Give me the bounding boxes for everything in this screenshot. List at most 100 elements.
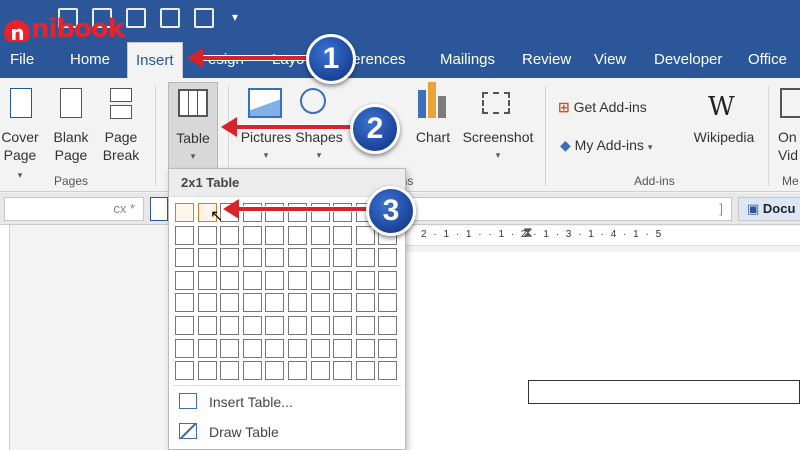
table-grid-cell[interactable] bbox=[310, 361, 330, 381]
tab-file[interactable]: File bbox=[2, 42, 42, 78]
doc-tab-active[interactable]: ▣ Docu bbox=[738, 197, 800, 221]
table-grid-cell[interactable] bbox=[265, 361, 285, 381]
table-grid-cell[interactable] bbox=[197, 248, 217, 268]
table-grid-cell[interactable] bbox=[355, 293, 375, 313]
tab-mailings[interactable]: Mailings bbox=[432, 42, 503, 78]
table-grid-cell[interactable] bbox=[175, 225, 194, 245]
table-grid-cell[interactable] bbox=[220, 293, 240, 313]
indent-marker-icon[interactable]: ⧗ bbox=[523, 224, 533, 241]
table-grid-cell[interactable] bbox=[355, 361, 375, 381]
table-grid-cell[interactable] bbox=[355, 248, 375, 268]
table-grid-cell[interactable] bbox=[175, 338, 194, 358]
table-grid-cell[interactable] bbox=[242, 293, 262, 313]
table-grid-cell[interactable] bbox=[378, 361, 398, 381]
table-grid-cell[interactable] bbox=[355, 225, 375, 245]
chart-button[interactable]: Chart bbox=[412, 128, 454, 146]
table-grid-cell[interactable] bbox=[355, 316, 375, 335]
table-grid-cell[interactable] bbox=[242, 361, 262, 381]
table-grid-cell[interactable] bbox=[288, 361, 307, 381]
page-break-button[interactable]: Page Break bbox=[98, 128, 144, 164]
table-grid-cell[interactable] bbox=[333, 225, 353, 245]
draw-table-menu-item[interactable]: Draw Table bbox=[175, 419, 401, 445]
doc-tab-1[interactable]: cx * bbox=[4, 197, 144, 221]
table-grid-cell[interactable] bbox=[288, 338, 307, 358]
tab-developer[interactable]: Developer bbox=[646, 42, 730, 78]
table-grid-cell[interactable] bbox=[310, 270, 330, 290]
my-addins-button[interactable]: ◆ My Add-ins ▾ bbox=[560, 136, 686, 156]
touch-mode-icon[interactable] bbox=[160, 8, 180, 28]
tab-view[interactable]: View bbox=[586, 42, 634, 78]
table-grid-cell[interactable] bbox=[265, 225, 285, 245]
table-grid-cell[interactable] bbox=[288, 248, 307, 268]
customize-quick-access-icon[interactable]: ▾ bbox=[232, 10, 238, 24]
table-grid-cell[interactable] bbox=[265, 293, 285, 313]
table-grid-cell[interactable] bbox=[265, 248, 285, 268]
table-grid-cell[interactable] bbox=[333, 270, 353, 290]
table-grid-cell[interactable] bbox=[288, 225, 307, 245]
table-grid-cell[interactable] bbox=[197, 225, 217, 245]
table-grid-cell[interactable] bbox=[378, 293, 398, 313]
table-grid-cell[interactable] bbox=[265, 338, 285, 358]
table-grid-cell[interactable] bbox=[265, 316, 285, 335]
table-grid-cell[interactable] bbox=[197, 338, 217, 358]
get-addins-button[interactable]: ⊞ Get Add-ins bbox=[558, 98, 678, 116]
insert-table-menu-item[interactable]: Insert Table... bbox=[175, 389, 401, 415]
table-grid-cell[interactable] bbox=[378, 316, 398, 335]
table-grid-cell[interactable] bbox=[242, 270, 262, 290]
table-grid-cell[interactable] bbox=[378, 270, 398, 290]
screenshot-button[interactable]: Screenshot ▾ bbox=[460, 128, 536, 164]
table-grid-cell[interactable] bbox=[333, 361, 353, 381]
table-grid-cell[interactable] bbox=[175, 361, 194, 381]
horizontal-ruler[interactable]: 2 · 1 · 1 · · 1 · 2 · 1 · 3 · 1 · 4 · 1 … bbox=[405, 224, 800, 246]
pictures-button[interactable]: Pictures ▾ bbox=[238, 128, 294, 164]
table-grid-cell[interactable] bbox=[242, 316, 262, 335]
table-grid-cell[interactable] bbox=[197, 316, 217, 335]
table-grid-cell[interactable] bbox=[175, 316, 194, 335]
table-grid-cell[interactable] bbox=[242, 225, 262, 245]
table-grid-cell[interactable] bbox=[220, 361, 240, 381]
table-grid-cell[interactable] bbox=[288, 270, 307, 290]
clipboard-icon[interactable] bbox=[194, 8, 214, 28]
doc-tab-3[interactable]: ] bbox=[406, 197, 732, 221]
table-grid-cell[interactable] bbox=[310, 338, 330, 358]
table-grid-cell[interactable] bbox=[197, 270, 217, 290]
print-preview-icon[interactable] bbox=[126, 8, 146, 28]
table-grid-cell[interactable] bbox=[242, 338, 262, 358]
table-grid-cell[interactable] bbox=[333, 248, 353, 268]
table-grid-cell[interactable] bbox=[175, 293, 194, 313]
table-grid-cell[interactable] bbox=[378, 248, 398, 268]
table-grid-cell[interactable] bbox=[355, 338, 375, 358]
table-grid-cell[interactable] bbox=[310, 225, 330, 245]
table-grid-cell[interactable] bbox=[242, 248, 262, 268]
table-grid-cell[interactable] bbox=[220, 225, 240, 245]
table-grid-cell[interactable] bbox=[310, 248, 330, 268]
table-grid-cell[interactable] bbox=[220, 248, 240, 268]
table-grid-cell[interactable] bbox=[220, 316, 240, 335]
table-grid-cell[interactable] bbox=[197, 293, 217, 313]
blank-page-button[interactable]: Blank Page bbox=[48, 128, 94, 164]
table-grid-cell[interactable] bbox=[333, 338, 353, 358]
shapes-button[interactable]: Shapes ▾ bbox=[294, 128, 344, 164]
table-grid-cell[interactable] bbox=[310, 316, 330, 335]
table-grid-cell[interactable] bbox=[378, 338, 398, 358]
table-grid-cell[interactable] bbox=[197, 361, 217, 381]
table-grid-cell[interactable] bbox=[175, 270, 194, 290]
table-grid-cell[interactable] bbox=[355, 270, 375, 290]
cover-page-button[interactable]: Cover Page ▾ bbox=[0, 128, 40, 184]
tab-review[interactable]: Review bbox=[514, 42, 579, 78]
table-grid-cell[interactable] bbox=[288, 293, 307, 313]
table-grid-cell[interactable] bbox=[220, 338, 240, 358]
online-video-button[interactable]: On Vid bbox=[778, 128, 800, 164]
doc-tab-2[interactable] bbox=[150, 197, 168, 221]
tab-office-tab[interactable]: Office Ta bbox=[740, 42, 800, 104]
inserted-table-outline[interactable] bbox=[528, 380, 800, 404]
table-grid-cell[interactable] bbox=[220, 270, 240, 290]
document-page[interactable] bbox=[405, 252, 800, 450]
table-grid-cell[interactable] bbox=[310, 293, 330, 313]
table-grid-cell[interactable] bbox=[288, 316, 307, 335]
table-grid-cell[interactable] bbox=[265, 270, 285, 290]
table-button[interactable]: Table ▾ bbox=[168, 82, 218, 170]
tab-home[interactable]: Home bbox=[62, 42, 118, 78]
table-grid-cell[interactable] bbox=[175, 203, 194, 222]
table-grid-cell[interactable] bbox=[333, 293, 353, 313]
